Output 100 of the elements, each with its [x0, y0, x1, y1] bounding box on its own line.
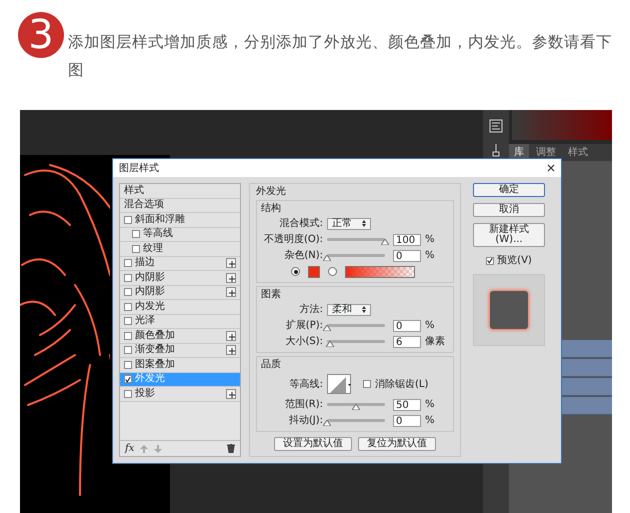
style-name: 外发光: [135, 374, 165, 384]
dialog-button[interactable]: 新建样式(W)...: [473, 223, 545, 247]
default-button[interactable]: 复位为默认值: [358, 437, 436, 451]
add-icon[interactable]: [226, 345, 236, 356]
style-name: 渐变叠加: [135, 345, 175, 356]
checkbox[interactable]: [124, 302, 132, 311]
style-name: 内阴影: [135, 287, 165, 298]
style-list-item[interactable]: 内阴影: [120, 271, 240, 286]
layer-row[interactable]: [562, 397, 612, 415]
value-field[interactable]: 0: [393, 250, 421, 262]
style-list-item[interactable]: 斜面和浮雕: [120, 213, 240, 228]
style-list-item[interactable]: 描边: [120, 256, 240, 271]
field-label: 不透明度(O):: [262, 232, 323, 247]
checkbox-label: 预览(V): [497, 254, 532, 268]
group-title: 图素: [261, 289, 282, 300]
checkbox[interactable]: [124, 216, 132, 224]
dropdown-arrows-icon: [362, 306, 366, 313]
down-arrow-icon[interactable]: [154, 444, 162, 452]
group-title: 结构: [261, 203, 282, 214]
value-field[interactable]: 50: [393, 398, 421, 410]
slider-thumb[interactable]: [352, 404, 360, 410]
style-list-item[interactable]: 混合选项: [120, 198, 240, 213]
group-title: 品质: [261, 359, 282, 370]
field-label: 大小(S):: [284, 334, 323, 349]
dialog-button[interactable]: 取消: [473, 203, 545, 217]
fx-label[interactable]: fx: [125, 441, 134, 456]
panel-tab[interactable]: 样式: [563, 144, 593, 161]
slider-thumb[interactable]: [326, 341, 334, 347]
dialog-button[interactable]: 确定: [473, 183, 545, 197]
checkbox[interactable]: [486, 256, 494, 264]
dropdown[interactable]: 正常: [327, 218, 371, 230]
unit-label: %: [425, 414, 435, 428]
style-list-item[interactable]: 投影: [120, 387, 240, 402]
layer-row[interactable]: [562, 340, 612, 358]
trash-icon[interactable]: [227, 444, 235, 453]
checkbox[interactable]: [132, 230, 140, 238]
checkbox[interactable]: [124, 360, 132, 369]
layer-row[interactable]: [562, 378, 612, 396]
slider-thumb[interactable]: [323, 255, 331, 261]
checkbox[interactable]: [124, 317, 132, 326]
checkbox[interactable]: [124, 288, 132, 296]
field-label: 杂色(N):: [283, 248, 323, 263]
step-instruction-text: 添加图层样式增加质感，分别添加了外放光、颜色叠加，内发光。参数请看下图: [68, 32, 612, 81]
checkbox[interactable]: [124, 259, 132, 268]
value-field[interactable]: 100: [393, 234, 421, 246]
checkbox[interactable]: [132, 244, 140, 253]
field-label: 范围(R):: [284, 398, 323, 412]
style-list-item[interactable]: 颜色叠加: [120, 329, 240, 344]
add-icon[interactable]: [226, 258, 236, 268]
radio-button[interactable]: [328, 267, 337, 276]
slider-thumb[interactable]: [323, 325, 331, 331]
dropdown[interactable]: 柔和: [327, 304, 371, 316]
style-name: 混合选项: [124, 200, 164, 210]
add-icon[interactable]: [226, 272, 236, 283]
up-arrow-icon[interactable]: [140, 444, 148, 452]
add-icon[interactable]: [226, 330, 236, 341]
value-field[interactable]: 6: [393, 336, 421, 348]
checkbox[interactable]: [124, 375, 132, 384]
style-name: 内阴影: [135, 272, 165, 283]
gradient-swatch[interactable]: [345, 266, 415, 278]
style-list-item[interactable]: 纹理: [120, 242, 240, 256]
dialog-title: 图层样式: [119, 162, 159, 176]
field-label: 混合模式:: [278, 216, 323, 231]
contour-picker[interactable]: [327, 374, 351, 394]
checkbox[interactable]: [124, 332, 132, 340]
radio-button[interactable]: [291, 267, 300, 276]
close-icon[interactable]: [547, 164, 555, 172]
preview-swatch: [490, 291, 528, 329]
value-field[interactable]: 0: [393, 414, 421, 426]
layer-row[interactable]: [562, 359, 612, 377]
field-label: 抖动(J):: [288, 414, 323, 428]
value-field[interactable]: 0: [393, 320, 421, 332]
style-name: 样式: [124, 186, 144, 196]
checkbox[interactable]: [363, 380, 371, 388]
style-list-item[interactable]: 等高线: [120, 228, 240, 242]
slider-thumb[interactable]: [381, 239, 389, 245]
panel-tab[interactable]: 调整: [531, 144, 561, 161]
checkbox[interactable]: [124, 274, 132, 282]
style-name: 斜面和浮雕: [135, 214, 185, 225]
style-list-item[interactable]: 样式: [120, 184, 240, 198]
style-name: 颜色叠加: [135, 330, 175, 341]
checkbox[interactable]: [124, 390, 132, 398]
default-button[interactable]: 设置为默认值: [274, 437, 352, 451]
style-list-item[interactable]: 内发光: [120, 300, 240, 314]
field-label: 方法:: [298, 302, 323, 317]
add-icon[interactable]: [226, 388, 236, 399]
style-list-item[interactable]: 光泽: [120, 314, 240, 329]
style-list-item[interactable]: 图案叠加: [120, 358, 240, 372]
slider-thumb[interactable]: [323, 420, 331, 426]
color-swatch[interactable]: [308, 266, 320, 278]
style-list-item[interactable]: 内阴影: [120, 286, 240, 300]
add-icon[interactable]: [226, 287, 236, 298]
tool-icon[interactable]: [488, 118, 504, 134]
dropdown-arrows-icon: [362, 220, 366, 227]
field-label: 等高线:: [288, 378, 323, 392]
checkbox[interactable]: [124, 346, 132, 354]
style-list-item[interactable]: 渐变叠加: [120, 344, 240, 358]
step-number-badge: 3: [18, 12, 64, 58]
style-name: 投影: [135, 388, 155, 399]
unit-label: %: [425, 319, 435, 333]
